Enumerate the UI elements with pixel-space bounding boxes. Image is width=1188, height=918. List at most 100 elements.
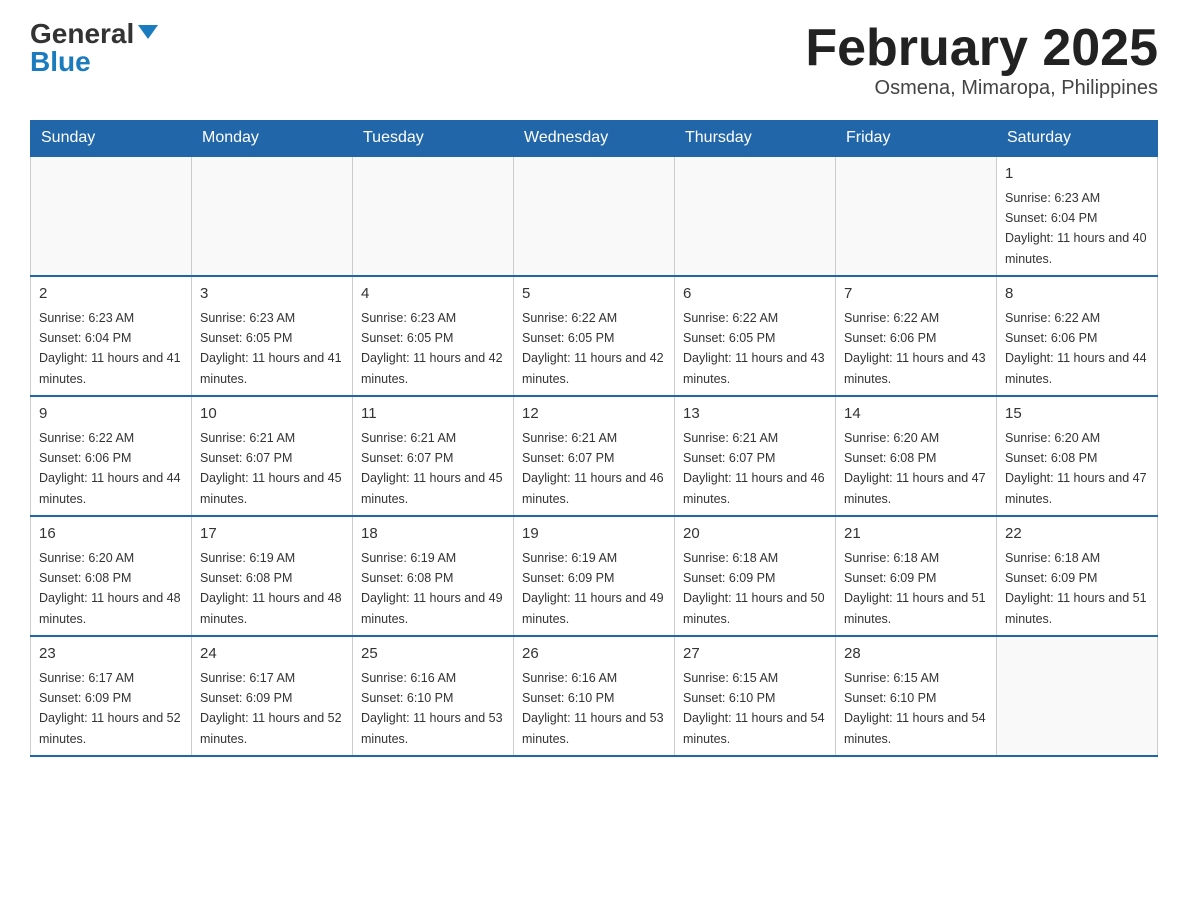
day-of-week-header: Thursday	[675, 121, 836, 157]
day-number: 14	[844, 403, 988, 426]
calendar-cell: 2 Sunrise: 6:23 AMSunset: 6:04 PMDaylight…	[31, 276, 192, 396]
day-number: 17	[200, 523, 344, 546]
day-number: 10	[200, 403, 344, 426]
day-info: Sunrise: 6:22 AMSunset: 6:06 PMDaylight:…	[39, 431, 181, 506]
day-info: Sunrise: 6:23 AMSunset: 6:04 PMDaylight:…	[39, 311, 181, 386]
calendar-cell: 12 Sunrise: 6:21 AMSunset: 6:07 PMDayligh…	[514, 396, 675, 516]
calendar-week-row: 16 Sunrise: 6:20 AMSunset: 6:08 PMDayligh…	[31, 516, 1158, 636]
month-title: February 2025	[805, 20, 1158, 77]
day-info: Sunrise: 6:20 AMSunset: 6:08 PMDaylight:…	[1005, 431, 1147, 506]
day-of-week-header: Tuesday	[353, 121, 514, 157]
day-info: Sunrise: 6:15 AMSunset: 6:10 PMDaylight:…	[683, 671, 825, 746]
calendar-cell: 15 Sunrise: 6:20 AMSunset: 6:08 PMDayligh…	[997, 396, 1158, 516]
calendar-cell	[997, 636, 1158, 756]
day-of-week-header: Sunday	[31, 121, 192, 157]
calendar-cell: 3Sunrise: 6:23 AMSunset: 6:05 PMDaylight…	[192, 276, 353, 396]
day-info: Sunrise: 6:23 AMSunset: 6:04 PMDaylight:…	[1005, 191, 1147, 266]
day-of-week-header: Saturday	[997, 121, 1158, 157]
day-number: 27	[683, 643, 827, 666]
calendar-cell: 7Sunrise: 6:22 AMSunset: 6:06 PMDaylight…	[836, 276, 997, 396]
calendar-cell: 14 Sunrise: 6:20 AMSunset: 6:08 PMDayligh…	[836, 396, 997, 516]
day-info: Sunrise: 6:19 AMSunset: 6:09 PMDaylight:…	[522, 551, 664, 626]
day-of-week-header: Wednesday	[514, 121, 675, 157]
logo-general-text: General	[30, 20, 134, 48]
day-number: 16	[39, 523, 183, 546]
day-number: 20	[683, 523, 827, 546]
calendar-week-row: 1 Sunrise: 6:23 AMSunset: 6:04 PMDaylight…	[31, 156, 1158, 276]
calendar-cell: 27 Sunrise: 6:15 AMSunset: 6:10 PMDayligh…	[675, 636, 836, 756]
calendar-cell	[836, 156, 997, 276]
day-number: 2	[39, 283, 183, 306]
calendar-week-row: 9Sunrise: 6:22 AMSunset: 6:06 PMDaylight…	[31, 396, 1158, 516]
calendar-cell: 22Sunrise: 6:18 AMSunset: 6:09 PMDayligh…	[997, 516, 1158, 636]
day-number: 3	[200, 283, 344, 306]
day-info: Sunrise: 6:21 AMSunset: 6:07 PMDaylight:…	[522, 431, 664, 506]
calendar-week-row: 2 Sunrise: 6:23 AMSunset: 6:04 PMDaylight…	[31, 276, 1158, 396]
calendar-cell	[353, 156, 514, 276]
day-number: 23	[39, 643, 183, 666]
day-info: Sunrise: 6:22 AMSunset: 6:06 PMDaylight:…	[844, 311, 986, 386]
day-info: Sunrise: 6:16 AMSunset: 6:10 PMDaylight:…	[522, 671, 664, 746]
logo: General Blue	[30, 20, 158, 76]
calendar-cell	[192, 156, 353, 276]
calendar-cell: 17 Sunrise: 6:19 AMSunset: 6:08 PMDayligh…	[192, 516, 353, 636]
calendar-cell: 26 Sunrise: 6:16 AMSunset: 6:10 PMDayligh…	[514, 636, 675, 756]
calendar-cell: 16 Sunrise: 6:20 AMSunset: 6:08 PMDayligh…	[31, 516, 192, 636]
calendar-cell: 23Sunrise: 6:17 AMSunset: 6:09 PMDayligh…	[31, 636, 192, 756]
day-info: Sunrise: 6:20 AMSunset: 6:08 PMDaylight:…	[844, 431, 986, 506]
calendar-cell: 25 Sunrise: 6:16 AMSunset: 6:10 PMDayligh…	[353, 636, 514, 756]
day-info: Sunrise: 6:21 AMSunset: 6:07 PMDaylight:…	[200, 431, 342, 506]
day-number: 5	[522, 283, 666, 306]
day-number: 28	[844, 643, 988, 666]
day-number: 21	[844, 523, 988, 546]
day-number: 4	[361, 283, 505, 306]
day-number: 15	[1005, 403, 1149, 426]
calendar-cell: 13 Sunrise: 6:21 AMSunset: 6:07 PMDayligh…	[675, 396, 836, 516]
calendar-cell: 18Sunrise: 6:19 AMSunset: 6:08 PMDayligh…	[353, 516, 514, 636]
day-number: 24	[200, 643, 344, 666]
day-info: Sunrise: 6:20 AMSunset: 6:08 PMDaylight:…	[39, 551, 181, 626]
day-info: Sunrise: 6:22 AMSunset: 6:06 PMDaylight:…	[1005, 311, 1147, 386]
location-text: Osmena, Mimaropa, Philippines	[805, 77, 1158, 100]
calendar-cell: 9Sunrise: 6:22 AMSunset: 6:06 PMDaylight…	[31, 396, 192, 516]
calendar-cell	[514, 156, 675, 276]
calendar-cell: 1 Sunrise: 6:23 AMSunset: 6:04 PMDaylight…	[997, 156, 1158, 276]
day-of-week-header: Monday	[192, 121, 353, 157]
calendar-cell: 24 Sunrise: 6:17 AMSunset: 6:09 PMDayligh…	[192, 636, 353, 756]
day-number: 25	[361, 643, 505, 666]
day-number: 26	[522, 643, 666, 666]
day-of-week-header: Friday	[836, 121, 997, 157]
day-number: 6	[683, 283, 827, 306]
day-number: 8	[1005, 283, 1149, 306]
calendar-cell: 21Sunrise: 6:18 AMSunset: 6:09 PMDayligh…	[836, 516, 997, 636]
page-header: General Blue February 2025 Osmena, Mimar…	[30, 20, 1158, 100]
day-info: Sunrise: 6:23 AMSunset: 6:05 PMDaylight:…	[361, 311, 503, 386]
calendar-week-row: 23 Sunrise: 6:17 AMSunset: 6:09 PMDayligh…	[31, 636, 1158, 756]
calendar-cell: 6 Sunrise: 6:22 AMSunset: 6:05 PMDaylight…	[675, 276, 836, 396]
day-info: Sunrise: 6:18 AMSunset: 6:09 PMDaylight:…	[683, 551, 825, 626]
day-info: Sunrise: 6:15 AMSunset: 6:10 PMDaylight:…	[844, 671, 986, 746]
day-info: Sunrise: 6:22 AMSunset: 6:05 PMDaylight:…	[522, 311, 664, 386]
day-info: Sunrise: 6:16 AMSunset: 6:10 PMDaylight:…	[361, 671, 503, 746]
day-number: 13	[683, 403, 827, 426]
calendar-cell: 5 Sunrise: 6:22 AMSunset: 6:05 PMDaylight…	[514, 276, 675, 396]
day-info: Sunrise: 6:18 AMSunset: 6:09 PMDaylight:…	[1005, 551, 1147, 626]
calendar-cell: 28 Sunrise: 6:15 AMSunset: 6:10 PMDayligh…	[836, 636, 997, 756]
day-number: 1	[1005, 163, 1149, 186]
day-info: Sunrise: 6:22 AMSunset: 6:05 PMDaylight:…	[683, 311, 825, 386]
day-number: 12	[522, 403, 666, 426]
day-number: 19	[522, 523, 666, 546]
day-info: Sunrise: 6:21 AMSunset: 6:07 PMDaylight:…	[683, 431, 825, 506]
day-info: Sunrise: 6:17 AMSunset: 6:09 PMDaylight:…	[200, 671, 342, 746]
calendar-cell	[675, 156, 836, 276]
calendar-header-row: SundayMondayTuesdayWednesdayThursdayFrid…	[31, 121, 1158, 157]
day-number: 18	[361, 523, 505, 546]
calendar-table: SundayMondayTuesdayWednesdayThursdayFrid…	[30, 120, 1158, 757]
day-info: Sunrise: 6:19 AMSunset: 6:08 PMDaylight:…	[200, 551, 342, 626]
day-number: 11	[361, 403, 505, 426]
calendar-cell: 20 Sunrise: 6:18 AMSunset: 6:09 PMDayligh…	[675, 516, 836, 636]
logo-blue-text: Blue	[30, 48, 91, 76]
calendar-cell: 10 Sunrise: 6:21 AMSunset: 6:07 PMDayligh…	[192, 396, 353, 516]
logo-triangle-icon	[138, 25, 158, 39]
day-info: Sunrise: 6:21 AMSunset: 6:07 PMDaylight:…	[361, 431, 503, 506]
